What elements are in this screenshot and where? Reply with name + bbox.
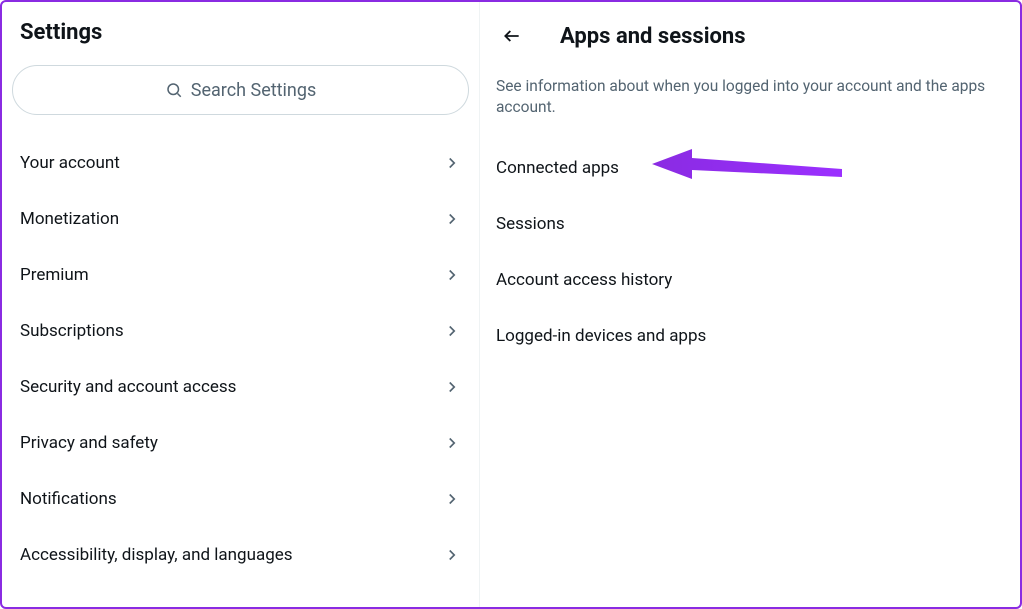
chevron-right-icon (443, 266, 461, 284)
menu-item-label: Premium (20, 265, 89, 285)
detail-description: See information about when you logged in… (480, 60, 1020, 140)
detail-panel: Apps and sessions See information about … (480, 2, 1020, 607)
search-placeholder: Search Settings (191, 80, 316, 101)
menu-item-label: Monetization (20, 209, 119, 229)
menu-item-security-account-access[interactable]: Security and account access (2, 359, 479, 415)
session-item-label: Account access history (496, 270, 672, 290)
menu-item-monetization[interactable]: Monetization (2, 191, 479, 247)
session-item-label: Connected apps (496, 158, 619, 178)
menu-item-premium[interactable]: Premium (2, 247, 479, 303)
chevron-right-icon (443, 434, 461, 452)
menu-item-label: Security and account access (20, 377, 236, 397)
chevron-right-icon (443, 210, 461, 228)
session-list: Connected apps Sessions Account access h… (480, 140, 1020, 364)
chevron-right-icon (443, 154, 461, 172)
search-icon (165, 81, 183, 99)
session-item-logged-in-devices[interactable]: Logged-in devices and apps (480, 308, 1020, 364)
session-item-label: Sessions (496, 214, 565, 234)
menu-item-your-account[interactable]: Your account (2, 135, 479, 191)
chevron-right-icon (443, 490, 461, 508)
arrow-left-icon (502, 26, 522, 46)
menu-item-label: Accessibility, display, and languages (20, 545, 293, 565)
chevron-right-icon (443, 322, 461, 340)
detail-title: Apps and sessions (560, 24, 746, 49)
menu-item-accessibility-display-languages[interactable]: Accessibility, display, and languages (2, 527, 479, 583)
menu-item-privacy-safety[interactable]: Privacy and safety (2, 415, 479, 471)
menu-item-subscriptions[interactable]: Subscriptions (2, 303, 479, 359)
menu-item-label: Your account (20, 153, 120, 173)
back-button[interactable] (494, 18, 530, 54)
session-item-sessions[interactable]: Sessions (480, 196, 1020, 252)
session-item-label: Logged-in devices and apps (496, 326, 706, 346)
menu-item-notifications[interactable]: Notifications (2, 471, 479, 527)
menu-item-label: Privacy and safety (20, 433, 158, 453)
session-item-account-access-history[interactable]: Account access history (480, 252, 1020, 308)
chevron-right-icon (443, 546, 461, 564)
menu-item-label: Subscriptions (20, 321, 124, 341)
search-settings-input[interactable]: Search Settings (12, 65, 469, 115)
chevron-right-icon (443, 378, 461, 396)
menu-item-label: Notifications (20, 489, 117, 509)
session-item-connected-apps[interactable]: Connected apps (480, 140, 1020, 196)
settings-menu: Your account Monetization Premium Subscr… (2, 125, 479, 583)
settings-sidebar: Settings Search Settings Your account Mo… (2, 2, 480, 607)
settings-title: Settings (2, 2, 479, 65)
